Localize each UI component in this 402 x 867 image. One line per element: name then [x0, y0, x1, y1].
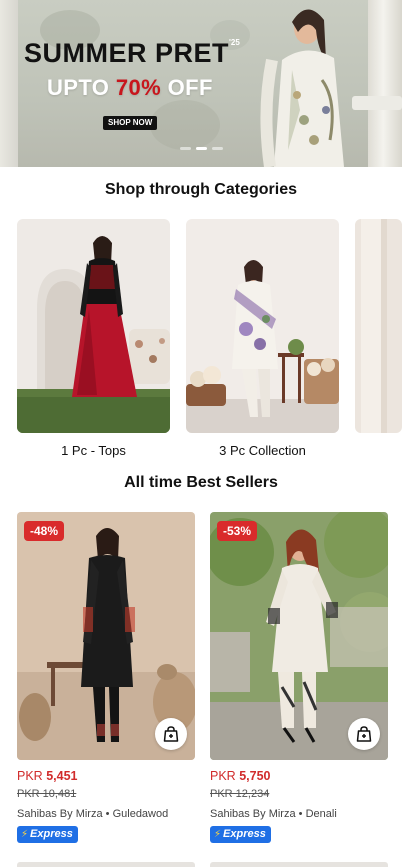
offer-percent: 70% [115, 75, 162, 100]
express-label: Express [30, 828, 73, 840]
banner-pillar-right [368, 0, 402, 167]
add-to-bag-icon [163, 726, 179, 742]
product-brand[interactable]: Sahibas By Mirza [17, 808, 103, 820]
add-to-bag-button[interactable] [155, 718, 187, 750]
category-label-3pc[interactable]: 3 Pc Collection [186, 443, 339, 458]
categories-heading: Shop through Categories [105, 181, 297, 198]
product-price: PKR 5,750 [210, 769, 270, 783]
banner-pillar-left [0, 0, 18, 167]
add-to-bag-button[interactable] [348, 718, 380, 750]
category-label-tops[interactable]: 1 Pc - Tops [17, 443, 170, 458]
product-price: PKR 5,451 [17, 769, 77, 783]
price-currency: PKR [210, 769, 236, 783]
carousel-dot[interactable] [180, 147, 191, 150]
price-currency: PKR [17, 769, 43, 783]
price-amount: 5,750 [239, 769, 271, 783]
category-card-tops[interactable] [17, 219, 170, 433]
carousel-dot[interactable] [212, 147, 223, 150]
banner-title: SUMMER PRET [24, 38, 230, 68]
discount-badge: -53% [217, 521, 258, 541]
price-amount: 5,451 [46, 769, 78, 783]
lightning-bolt-icon: ⚡ [214, 829, 222, 840]
product-brand-line: Sahibas By Mirza • Guledawod [17, 808, 168, 820]
category-image-3pc [186, 219, 339, 433]
next-product-card-edge [210, 862, 388, 867]
product-card-image[interactable]: -53% [210, 512, 388, 760]
product-collection[interactable]: Denali [306, 808, 337, 820]
product-old-price: PKR 10,481 [17, 788, 77, 800]
banner-title-sup: '25 [229, 38, 240, 47]
product-old-price: PKR 12,234 [210, 788, 270, 800]
product-card-image[interactable]: -48% [17, 512, 195, 760]
product-brand[interactable]: Sahibas By Mirza [210, 808, 296, 820]
best-sellers-heading: All time Best Sellers [124, 474, 278, 491]
category-image-tops [17, 219, 170, 433]
banner-offer: UPTO 70% OFF [47, 75, 213, 101]
express-label: Express [223, 828, 266, 840]
product-brand-line: Sahibas By Mirza • Denali [210, 808, 337, 820]
promo-banner[interactable]: SUMMER PRET '25 UPTO 70% OFF SHOP NOW [0, 0, 402, 167]
add-to-bag-icon [356, 726, 372, 742]
offer-prefix: UPTO [47, 75, 110, 100]
carousel-dot-active[interactable] [196, 147, 207, 150]
express-badge: ⚡ Express [210, 826, 271, 843]
banner-floral-pattern [150, 100, 220, 150]
lightning-bolt-icon: ⚡ [21, 829, 29, 840]
category-card-partial[interactable] [355, 219, 402, 433]
express-badge: ⚡ Express [17, 826, 78, 843]
category-card-3pc[interactable] [186, 219, 339, 433]
banner-model-image [260, 9, 344, 167]
bullet-separator: • [298, 808, 306, 820]
category-image-partial [355, 219, 402, 433]
product-collection[interactable]: Guledawod [113, 808, 169, 820]
carousel-indicator [180, 147, 223, 150]
shop-now-button[interactable]: SHOP NOW [103, 116, 158, 130]
bullet-separator: • [105, 808, 113, 820]
discount-badge: -48% [24, 521, 65, 541]
offer-suffix: OFF [167, 75, 213, 100]
next-product-card-edge [17, 862, 195, 867]
